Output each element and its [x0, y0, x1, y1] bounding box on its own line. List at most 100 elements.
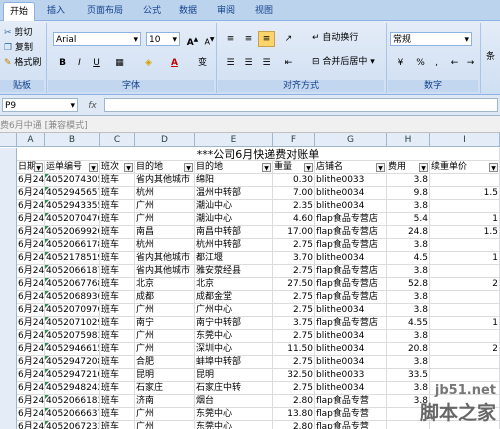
- table-cell[interactable]: 昆明: [195, 369, 273, 382]
- table-cell[interactable]: 3.8: [387, 356, 430, 369]
- column-header-g[interactable]: G: [315, 133, 387, 147]
- table-cell[interactable]: 4052069920: [45, 226, 100, 239]
- underline-button[interactable]: U: [88, 55, 105, 71]
- table-cell[interactable]: flap食品专营店: [315, 291, 387, 304]
- table-cell[interactable]: 雅安荥经县: [195, 265, 273, 278]
- select-all-corner[interactable]: [0, 133, 17, 147]
- table-cell[interactable]: [430, 330, 500, 343]
- table-cell[interactable]: 东莞中心: [195, 330, 273, 343]
- table-cell[interactable]: 6月24日: [17, 369, 45, 382]
- table-cell[interactable]: 4.60: [273, 213, 315, 226]
- font-size-select[interactable]: 10 ▾: [146, 32, 180, 46]
- table-cell[interactable]: [430, 291, 500, 304]
- phonetic-button[interactable]: 变: [194, 55, 211, 71]
- table-cell[interactable]: 6月24日: [17, 187, 45, 200]
- table-cell[interactable]: 2.75: [273, 356, 315, 369]
- table-cell[interactable]: 6月24日: [17, 421, 45, 429]
- table-cell[interactable]: 4052947210: [45, 369, 100, 382]
- table-cell[interactable]: 6月24日: [17, 265, 45, 278]
- orientation-icon[interactable]: ↗: [280, 31, 297, 47]
- table-cell[interactable]: 6月24日: [17, 239, 45, 252]
- table-cell[interactable]: 4.5: [387, 252, 430, 265]
- table-cell[interactable]: 3.8: [387, 330, 430, 343]
- align-top-icon[interactable]: ≡: [222, 31, 239, 47]
- table-cell[interactable]: 6月24日: [17, 174, 45, 187]
- table-cell[interactable]: [430, 356, 500, 369]
- filter-dropdown-icon[interactable]: ▼: [489, 163, 498, 172]
- table-cell[interactable]: 省内其他城市: [135, 265, 195, 278]
- borders-icon[interactable]: ▦: [111, 55, 128, 71]
- table-cell[interactable]: blithe0034: [315, 356, 387, 369]
- row-header[interactable]: [0, 200, 17, 214]
- table-cell[interactable]: 2.75: [273, 382, 315, 395]
- table-cell[interactable]: 4052068936: [45, 291, 100, 304]
- row-header[interactable]: [0, 187, 17, 201]
- table-cell[interactable]: 1.5: [430, 187, 500, 200]
- filter-dropdown-icon[interactable]: ▼: [419, 163, 428, 172]
- filter-dropdown-icon[interactable]: ▼: [376, 163, 385, 172]
- column-header-c[interactable]: C: [100, 133, 135, 147]
- filter-dropdown-icon[interactable]: ▼: [184, 163, 193, 172]
- table-cell[interactable]: 6月24日: [17, 200, 45, 213]
- table-cell[interactable]: [430, 174, 500, 187]
- table-header-cell[interactable]: 店铺名 ▼: [315, 161, 387, 174]
- table-header-cell[interactable]: 班次 ▼: [100, 161, 135, 174]
- align-bottom-icon[interactable]: ≡: [258, 31, 275, 47]
- table-cell[interactable]: blithe0034: [315, 343, 387, 356]
- table-cell[interactable]: 6月24日: [17, 291, 45, 304]
- table-cell[interactable]: 合肥: [135, 356, 195, 369]
- table-cell[interactable]: 4052066183: [45, 395, 100, 408]
- table-cell[interactable]: 杭州中转部: [195, 239, 273, 252]
- row-header[interactable]: [0, 304, 17, 318]
- table-cell[interactable]: 4.55: [387, 317, 430, 330]
- table-cell[interactable]: 南昌: [135, 226, 195, 239]
- row-header[interactable]: [0, 395, 17, 409]
- table-cell[interactable]: 32.50: [273, 369, 315, 382]
- sheet-title[interactable]: ***公司6月快递费对账单: [17, 148, 500, 161]
- table-cell[interactable]: 杭州: [135, 187, 195, 200]
- table-header-cell[interactable]: 费用 ▼: [387, 161, 430, 174]
- table-cell[interactable]: 4052074305: [45, 174, 100, 187]
- table-header-cell[interactable]: 重量 ▼: [273, 161, 315, 174]
- table-cell[interactable]: 班车: [100, 239, 135, 252]
- filter-dropdown-icon[interactable]: ▼: [262, 163, 271, 172]
- table-cell[interactable]: 班车: [100, 213, 135, 226]
- table-cell[interactable]: 广州: [135, 343, 195, 356]
- table-cell[interactable]: 昆明: [135, 369, 195, 382]
- bold-button[interactable]: B: [54, 55, 71, 71]
- table-header-cell[interactable]: 目的地 ▼: [195, 161, 273, 174]
- table-cell[interactable]: [430, 200, 500, 213]
- tab-review[interactable]: 审阅: [212, 4, 240, 19]
- table-cell[interactable]: 广州: [135, 421, 195, 429]
- table-cell[interactable]: blithe0034: [315, 200, 387, 213]
- table-cell[interactable]: 东莞中心: [195, 408, 273, 421]
- table-cell[interactable]: 杭州: [135, 239, 195, 252]
- table-cell[interactable]: [430, 304, 500, 317]
- table-cell[interactable]: 6月24日: [17, 330, 45, 343]
- table-cell[interactable]: 3.8: [387, 239, 430, 252]
- table-cell[interactable]: 6月24日: [17, 226, 45, 239]
- table-cell[interactable]: 2: [430, 343, 500, 356]
- table-cell[interactable]: 4052067768: [45, 278, 100, 291]
- table-cell[interactable]: 温州中转部: [195, 187, 273, 200]
- align-middle-icon[interactable]: ≡: [240, 31, 257, 47]
- table-cell[interactable]: 4052067233: [45, 421, 100, 429]
- table-cell[interactable]: 省内其他城市: [135, 252, 195, 265]
- column-header-h[interactable]: H: [387, 133, 430, 147]
- table-cell[interactable]: 4052946615: [45, 343, 100, 356]
- copy-button[interactable]: ❐ 复制: [4, 42, 33, 54]
- table-cell[interactable]: flap食品专营店: [315, 226, 387, 239]
- row-header[interactable]: [0, 330, 17, 344]
- indent-icon[interactable]: ⇤: [280, 55, 297, 71]
- table-cell[interactable]: 班车: [100, 408, 135, 421]
- table-cell[interactable]: 班车: [100, 395, 135, 408]
- filter-dropdown-icon[interactable]: ▼: [34, 163, 43, 172]
- row-header[interactable]: [0, 408, 17, 422]
- table-cell[interactable]: 20.8: [387, 343, 430, 356]
- table-cell[interactable]: 4052070470: [45, 213, 100, 226]
- grow-font-icon[interactable]: A▲: [184, 32, 201, 48]
- table-cell[interactable]: 1.5: [430, 226, 500, 239]
- column-header-i[interactable]: I: [430, 133, 500, 147]
- row-header[interactable]: [0, 213, 17, 227]
- row-header[interactable]: [0, 278, 17, 292]
